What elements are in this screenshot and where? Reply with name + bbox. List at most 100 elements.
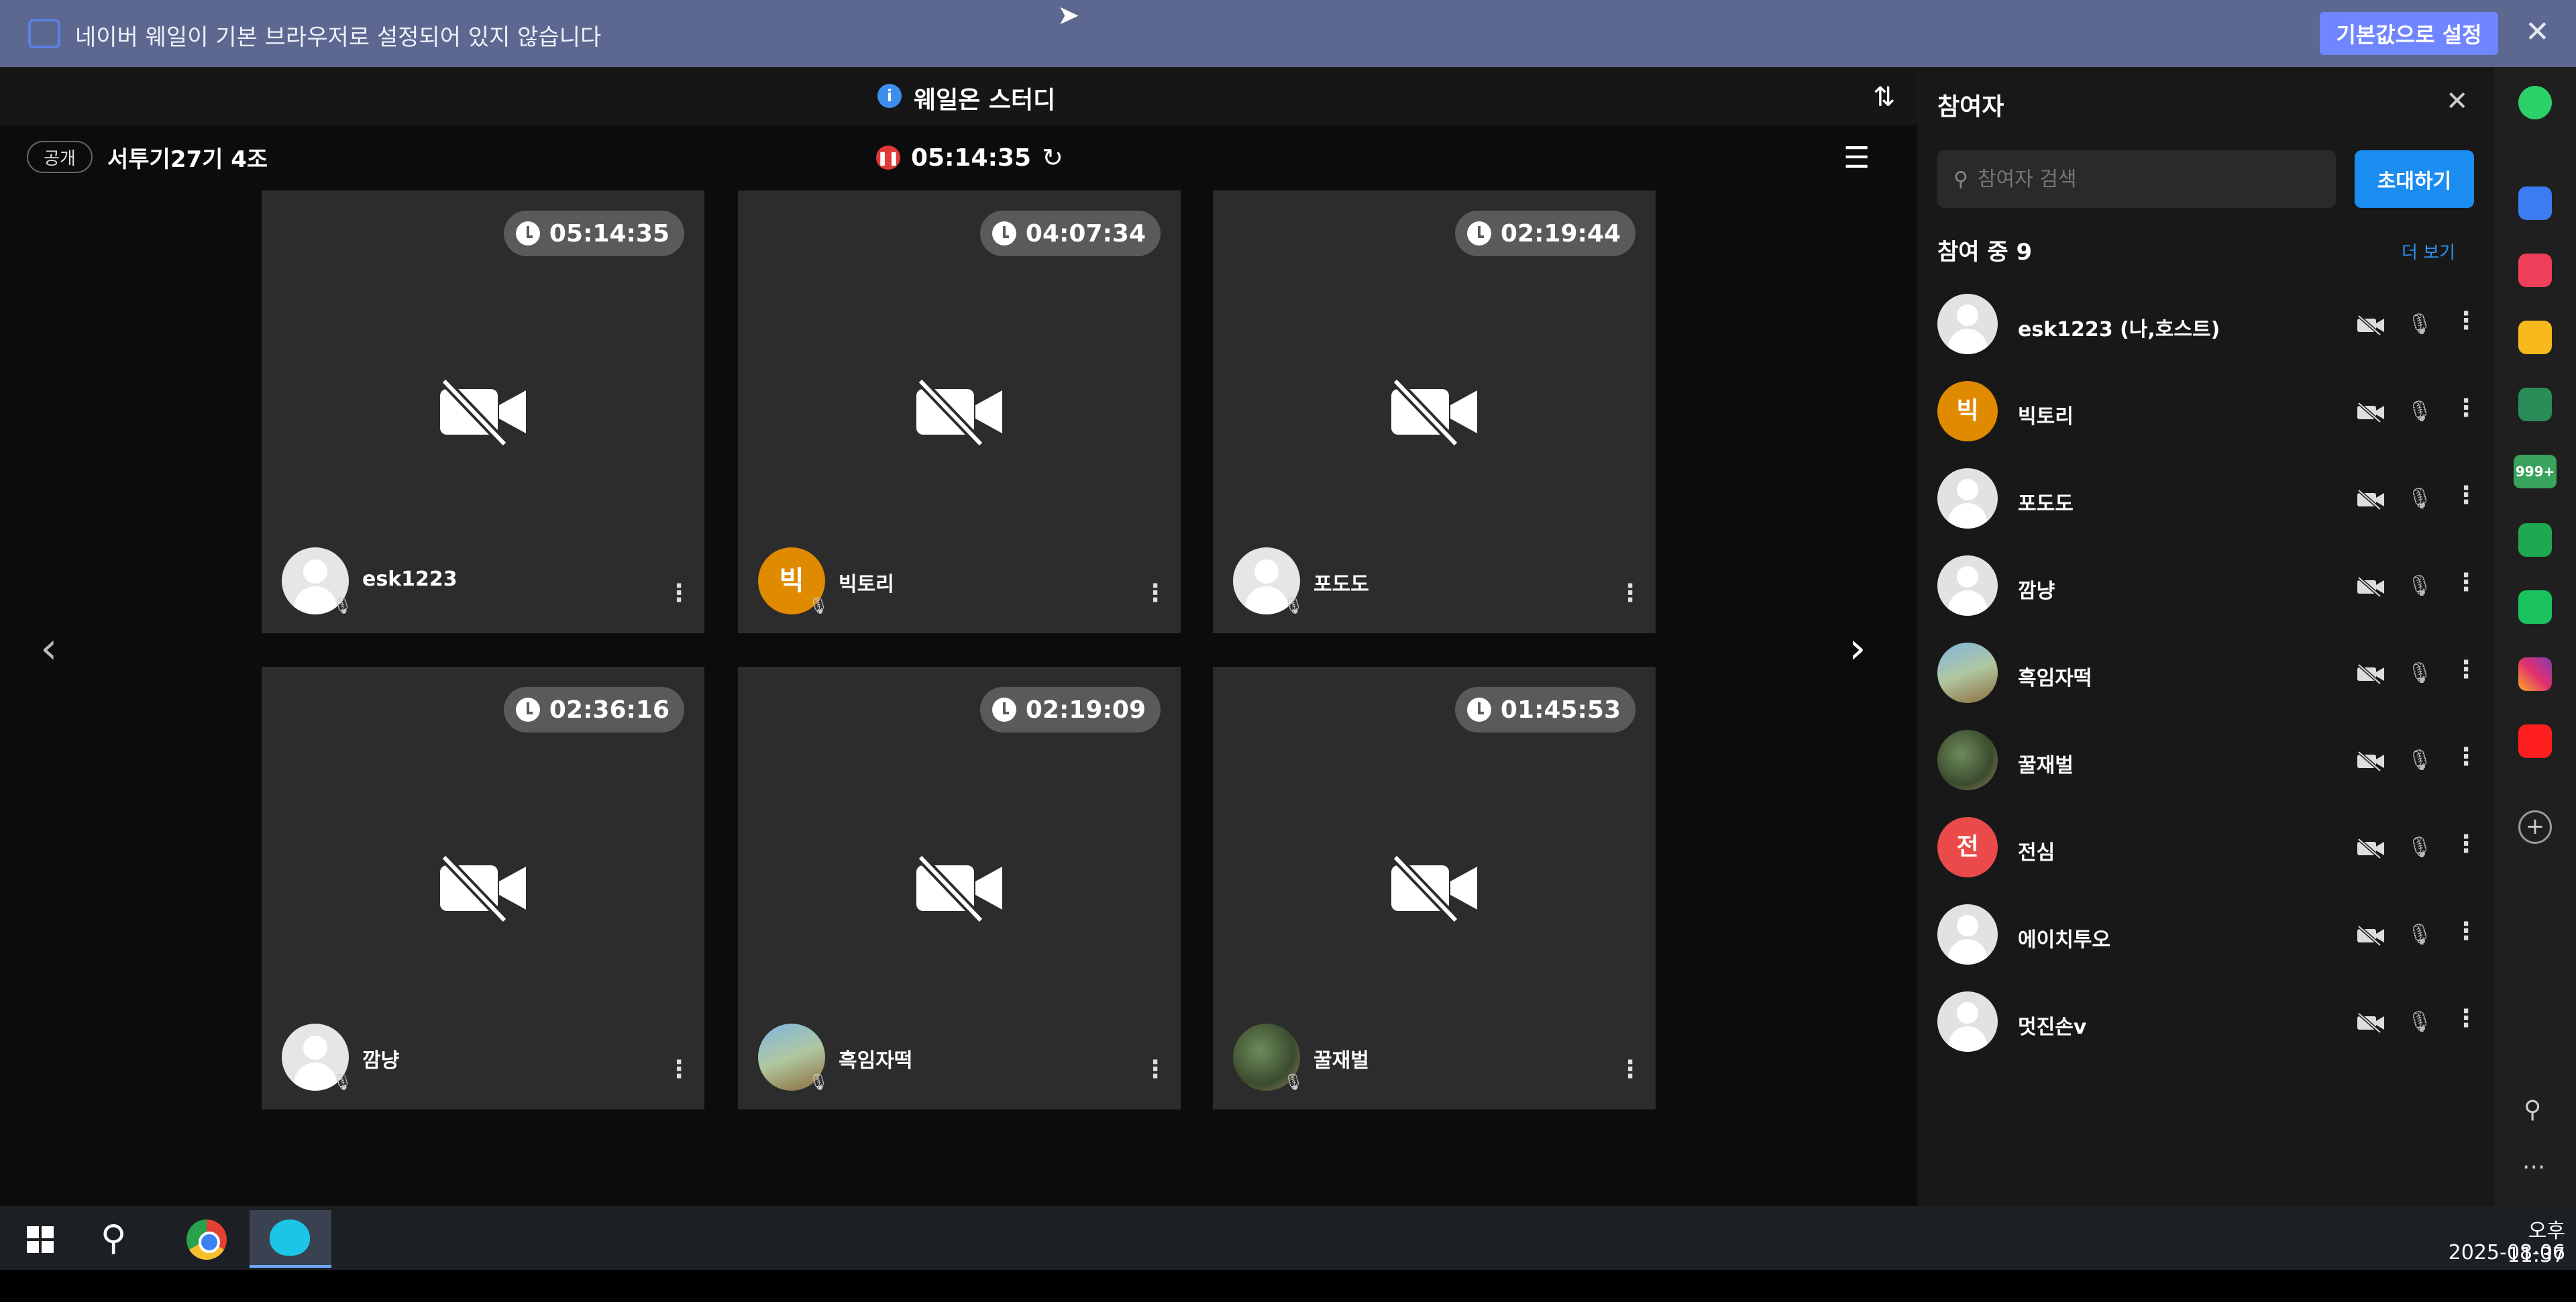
mic-off-icon[interactable]: 🎙 (2407, 1010, 2432, 1034)
participant-search[interactable]: ⚲ (1937, 150, 2336, 208)
camera-off-icon[interactable] (2356, 402, 2385, 423)
green-circle-icon[interactable] (2518, 86, 2552, 119)
clock-icon (515, 221, 540, 246)
participant-tile[interactable]: 02:36:16 🎙 깜냥 ⋮ (262, 667, 704, 1109)
participant-row[interactable]: 흑임자떡 🎙 ⋮ (1937, 636, 2478, 710)
tile-menu-icon[interactable]: ⋮ (1143, 1056, 1167, 1083)
participant-count: 참여 중 9 (1937, 239, 2033, 266)
stock-icon[interactable] (2518, 523, 2552, 557)
participant-tile[interactable]: 02:19:09 🎙 흑임자떡 ⋮ (738, 667, 1181, 1109)
more-icon[interactable]: ··· (2522, 1154, 2545, 1181)
mic-off-icon[interactable]: 🎙 (2407, 487, 2432, 510)
settings-sliders-icon[interactable]: ☰ (1843, 141, 1870, 175)
star-icon[interactable] (2518, 321, 2552, 354)
mic-off-icon[interactable]: 🎙 (2407, 574, 2432, 598)
pin-icon[interactable]: ⚲ (2524, 1096, 2541, 1124)
whale-browser-icon[interactable] (250, 1210, 331, 1268)
participant-menu-icon[interactable]: ⋮ (2454, 307, 2478, 335)
mic-off-icon[interactable]: 🎙 (2407, 923, 2432, 946)
participant-tile[interactable]: 01:45:53 🎙 꿀재벌 ⋮ (1213, 667, 1656, 1109)
mic-off-icon[interactable]: 🎙 (2407, 749, 2432, 772)
chrome-icon[interactable] (186, 1219, 227, 1260)
more-link[interactable]: 더 보기 (2402, 239, 2455, 264)
participant-tile[interactable]: 04:07:34 빅 🎙 빅토리 ⋮ (738, 191, 1181, 633)
mic-off-icon[interactable]: 🎙 (2407, 661, 2432, 685)
mic-off-icon[interactable]: 🎙 (2407, 400, 2432, 423)
participant-menu-icon[interactable]: ⋮ (2454, 656, 2478, 684)
participant-menu-icon[interactable]: ⋮ (2454, 569, 2478, 596)
camera-off-icon[interactable] (2356, 751, 2385, 772)
avatar (1937, 294, 1998, 354)
youtube-icon[interactable] (2518, 724, 2552, 758)
add-app-icon[interactable]: + (2518, 810, 2552, 844)
infobar-close-icon[interactable]: ✕ (2525, 15, 2550, 49)
set-default-button[interactable]: 기본값으로 설정 (2320, 12, 2498, 55)
camera-off-icon (1389, 377, 1480, 447)
participant-row[interactable]: 꿀재벌 🎙 ⋮ (1937, 723, 2478, 797)
camera-off-icon (914, 853, 1005, 924)
participant-row[interactable]: 포도도 🎙 ⋮ (1937, 462, 2478, 535)
panel-title: 참여자 (1937, 93, 2004, 121)
participant-row[interactable]: 전 전심 🎙 ⋮ (1937, 810, 2478, 884)
participant-menu-icon[interactable]: ⋮ (2454, 743, 2478, 771)
mic-off-icon: 🎙 (332, 1073, 353, 1091)
windows-taskbar: ⚲ 오후 11:37 2025-08-06 (0, 1206, 2576, 1270)
participant-menu-icon[interactable]: ⋮ (2454, 830, 2478, 858)
whale-shield-icon (28, 19, 60, 48)
info-icon[interactable]: i (877, 84, 902, 108)
briefcase-icon[interactable] (2518, 186, 2552, 220)
participant-row[interactable]: 멋진손v 🎙 ⋮ (1937, 985, 2478, 1059)
pocket-icon[interactable] (2518, 254, 2552, 287)
tile-menu-icon[interactable]: ⋮ (1618, 1056, 1642, 1083)
close-icon[interactable]: ✕ (2446, 86, 2469, 117)
search-icon[interactable]: ⚲ (101, 1218, 126, 1258)
camera-off-icon[interactable] (2356, 315, 2385, 336)
tile-menu-icon[interactable]: ⋮ (1618, 580, 1642, 607)
tile-menu-icon[interactable]: ⋮ (1143, 580, 1167, 607)
clock-icon (1466, 221, 1491, 246)
camera-off-icon[interactable] (2356, 663, 2385, 685)
webtoon-icon[interactable] (2518, 590, 2552, 624)
camera-off-icon[interactable] (2356, 838, 2385, 859)
pause-recording-icon[interactable]: ❚❚ (876, 146, 900, 170)
participant-menu-icon[interactable]: ⋮ (2454, 394, 2478, 422)
next-page-icon[interactable]: › (1849, 624, 1866, 673)
instagram-icon[interactable] (2518, 657, 2552, 691)
camera-off-icon[interactable] (2356, 925, 2385, 946)
prev-page-icon[interactable]: ‹ (40, 624, 58, 673)
participant-menu-icon[interactable]: ⋮ (2454, 918, 2478, 945)
search-input[interactable] (1977, 167, 2313, 191)
mic-off-icon[interactable]: 🎙 (2407, 836, 2432, 859)
avatar (1937, 730, 1998, 790)
tile-timer: 01:45:53 (1454, 687, 1635, 733)
participant-menu-icon[interactable]: ⋮ (2454, 1005, 2478, 1032)
participant-row[interactable]: esk1223 (나,호스트) 🎙 ⋮ (1937, 287, 2478, 361)
participant-menu-icon[interactable]: ⋮ (2454, 482, 2478, 509)
participant-row[interactable]: 깜냥 🎙 ⋮ (1937, 549, 2478, 622)
participant-tile[interactable]: 02:19:44 🎙 포도도 ⋮ (1213, 191, 1656, 633)
tile-timer-value: 02:19:09 (1025, 696, 1146, 724)
translate-icon[interactable] (2518, 388, 2552, 421)
mic-off-icon[interactable]: 🎙 (2407, 313, 2432, 336)
tile-menu-icon[interactable]: ⋮ (667, 580, 691, 607)
avatar (1937, 643, 1998, 703)
invite-button[interactable]: 초대하기 (2355, 150, 2474, 208)
refresh-icon[interactable]: ↻ (1042, 143, 1063, 172)
default-browser-infobar: 네이버 웨일이 기본 브라우저로 설정되어 있지 않습니다 기본값으로 설정 ✕ (0, 0, 2576, 67)
participant-name: 꿀재벌 (2018, 754, 2074, 777)
participant-name: 포도도 (2018, 492, 2074, 516)
participant-row[interactable]: 에이치투오 🎙 ⋮ (1937, 898, 2478, 971)
tile-timer: 04:07:34 (979, 211, 1161, 256)
participant-row[interactable]: 빅 빅토리 🎙 ⋮ (1937, 374, 2478, 448)
mail-badge-icon[interactable]: 999+ (2514, 455, 2557, 488)
participant-tile[interactable]: 05:14:35 🎙 esk1223 ⋮ (262, 191, 704, 633)
tile-menu-icon[interactable]: ⋮ (667, 1056, 691, 1083)
avatar (1937, 904, 1998, 965)
sort-icon[interactable]: ⇅ (1873, 82, 1896, 113)
camera-off-icon[interactable] (2356, 489, 2385, 510)
windows-start-icon[interactable] (27, 1226, 54, 1253)
camera-off-icon[interactable] (2356, 1012, 2385, 1034)
search-icon: ⚲ (1953, 167, 1968, 191)
camera-off-icon[interactable] (2356, 576, 2385, 598)
participant-name: 에이치투오 (2018, 928, 2110, 952)
